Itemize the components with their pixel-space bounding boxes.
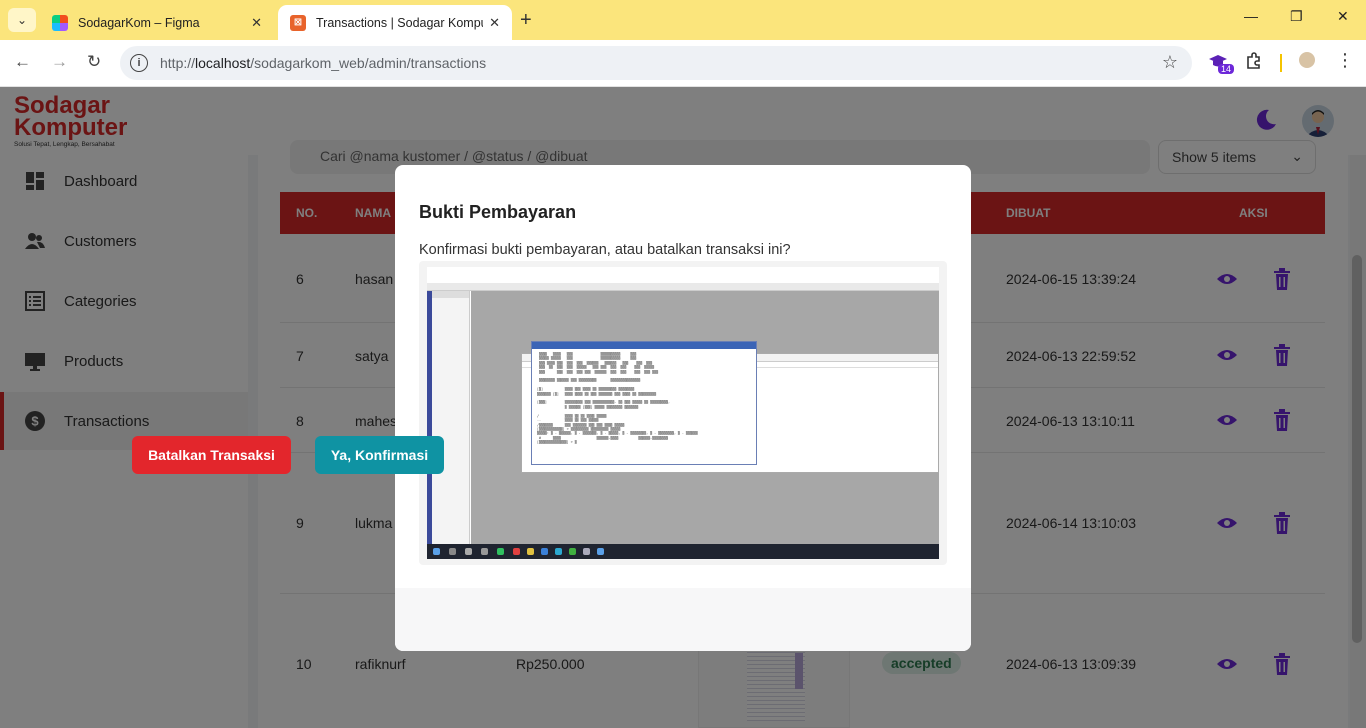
- forward-arrow-icon[interactable]: →: [51, 52, 68, 72]
- new-tab-plus-icon[interactable]: +: [520, 9, 532, 32]
- url-host: localhost: [195, 55, 251, 71]
- screenshot-titlebar: [427, 267, 939, 276]
- tab-search-button[interactable]: ⌄: [8, 8, 36, 32]
- url-omnibox[interactable]: i http://localhost/sodagarkom_web/admin/…: [120, 46, 1192, 80]
- screenshot-toolbar: [427, 283, 939, 291]
- tab-transactions[interactable]: ⊠ Transactions | Sodagar Komputer ✕: [278, 5, 512, 40]
- modal-title: Bukti Pembayaran: [419, 202, 577, 222]
- payment-proof-image: ▒▒▒▒ ▒▒▒▒ ▒▒▒ ▒▒▒▒▒▒▒▒▒▒ ▒▒▒ ▒▒▒▒▒ ▒▒▒▒▒…: [419, 261, 947, 565]
- restore-icon[interactable]: ❐: [1290, 8, 1303, 25]
- more-menu-icon[interactable]: ⋮: [1336, 50, 1354, 71]
- chevron-down-icon: ⌄: [16, 13, 28, 27]
- toolbar-divider: [1280, 54, 1282, 72]
- screenshot-image: ▒▒▒▒ ▒▒▒▒ ▒▒▒ ▒▒▒▒▒▒▒▒▒▒ ▒▒▒ ▒▒▒▒▒ ▒▒▒▒▒…: [427, 267, 939, 559]
- payment-proof-modal: Bukti Pembayaran Konfirmasi bukti pembay…: [395, 165, 971, 651]
- url-scheme: http://: [160, 55, 196, 71]
- url-path: /sodagarkom_web/admin/transactions: [250, 55, 487, 71]
- tab-title: SodagarKom – Figma: [78, 15, 200, 30]
- screenshot-taskbar: [427, 544, 939, 559]
- cancel-transaction-button[interactable]: Batalkan Transaksi: [132, 436, 291, 474]
- screenshot-terminal-window: ▒▒▒▒ ▒▒▒▒ ▒▒▒ ▒▒▒▒▒▒▒▒▒▒ ▒▒▒ ▒▒▒▒▒ ▒▒▒▒▒…: [531, 341, 757, 465]
- url-text[interactable]: http://localhost/sodagarkom_web/admin/tr…: [160, 55, 486, 71]
- modal-message: Konfirmasi bukti pembayaran, atau batalk…: [419, 242, 791, 258]
- screenshot-nav-list: [432, 291, 470, 544]
- reload-icon[interactable]: ↻: [87, 52, 101, 72]
- address-bar: ← → ↻ i http://localhost/sodagarkom_web/…: [0, 40, 1366, 87]
- browser-tab-bar: ⌄ SodagarKom – Figma ✕ ⊠ Transactions | …: [0, 0, 1366, 40]
- close-icon[interactable]: ✕: [251, 15, 262, 31]
- puzzle-extensions-icon[interactable]: [1245, 52, 1263, 70]
- profile-avatar-icon[interactable]: [1299, 52, 1315, 68]
- close-icon[interactable]: ✕: [489, 15, 500, 31]
- confirm-button[interactable]: Ya, Konfirmasi: [315, 436, 444, 474]
- site-info-icon[interactable]: i: [130, 54, 148, 72]
- figma-favicon-icon: [52, 14, 68, 31]
- extension-badge: 14: [1218, 64, 1235, 74]
- terminal-output: ▒▒▒▒ ▒▒▒▒ ▒▒▒ ▒▒▒▒▒▒▒▒▒▒ ▒▒▒ ▒▒▒▒▒ ▒▒▒▒▒…: [536, 352, 698, 445]
- tab-title: Transactions | Sodagar Komputer: [316, 15, 483, 30]
- xampp-favicon-icon: ⊠: [290, 14, 306, 31]
- terminal-titlebar: [532, 342, 756, 349]
- bookmark-star-icon[interactable]: ☆: [1162, 52, 1178, 73]
- tab-figma[interactable]: SodagarKom – Figma ✕: [40, 5, 274, 40]
- screenshot-menubar: [427, 276, 939, 283]
- window-close-icon[interactable]: ✕: [1337, 8, 1349, 25]
- modal-footer: [395, 588, 971, 651]
- minimize-icon[interactable]: —: [1244, 8, 1258, 24]
- back-arrow-icon[interactable]: ←: [14, 52, 31, 72]
